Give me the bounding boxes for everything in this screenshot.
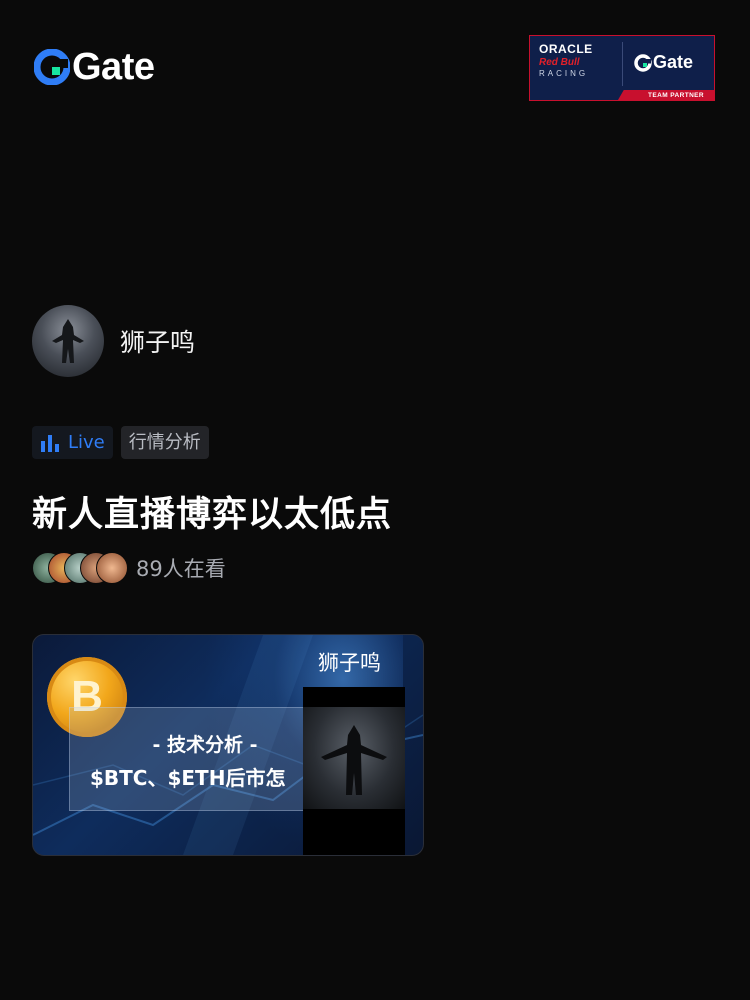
gate-logo-icon — [34, 49, 70, 85]
thumbnail-subtitle: - 技术分析 - — [152, 734, 258, 756]
host-avatar[interactable] — [32, 305, 104, 377]
team-partner-badge: ORACLE Red Bull RACING Gate TEAM PARTNER — [529, 35, 715, 101]
host-avatar-figure — [52, 319, 84, 363]
viewer-count: 89人在看 — [136, 557, 226, 581]
video-figure — [321, 725, 387, 795]
viewer-info: 89人在看 — [32, 552, 226, 584]
thumbnail-host-name: 狮子鸣 — [318, 651, 381, 675]
live-bars-icon — [41, 434, 59, 452]
stream-thumbnail[interactable]: B 狮子鸣 - 技术分析 - $BTC、$ETH后市怎 — [32, 634, 424, 856]
redbull-text: Red Bull — [539, 57, 580, 68]
thumbnail-headline: $BTC、$ETH后市怎 — [90, 766, 286, 790]
partner-divider — [622, 42, 623, 86]
host-name[interactable]: 狮子鸣 — [120, 323, 195, 359]
gate-mini-icon — [634, 53, 652, 72]
team-partner-label: TEAM PARTNER — [648, 92, 704, 99]
live-label: Live — [68, 432, 105, 453]
partner-gate-logo: Gate — [634, 52, 693, 73]
host-video-preview — [303, 687, 405, 855]
host-profile[interactable]: 狮子鸣 — [32, 305, 195, 377]
partner-gate-text: Gate — [653, 52, 694, 72]
video-frame — [303, 707, 405, 809]
stream-title: 新人直播博弈以太低点 — [32, 495, 393, 535]
viewer-avatars — [32, 552, 130, 584]
gate-logo-text: Gate — [72, 46, 155, 88]
racing-text: RACING — [539, 69, 589, 78]
gate-logo: Gate — [34, 46, 155, 88]
stream-tags: Live 行情分析 — [32, 426, 209, 459]
live-tag: Live — [32, 426, 113, 459]
thumbnail-text-panel: - 技术分析 - $BTC、$ETH后市怎 — [69, 707, 311, 811]
viewer-avatar — [96, 552, 128, 584]
category-tag[interactable]: 行情分析 — [120, 426, 209, 459]
oracle-text: ORACLE — [539, 42, 593, 56]
